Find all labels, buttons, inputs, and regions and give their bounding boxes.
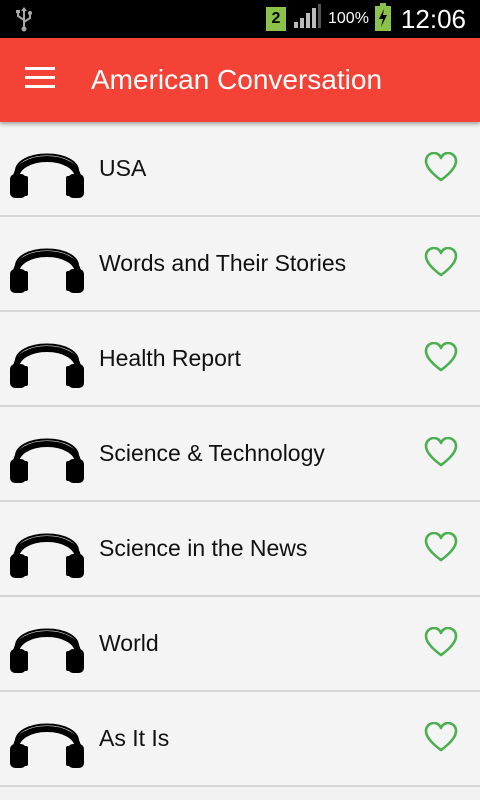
usb-icon <box>14 6 34 36</box>
app-title: American Conversation <box>91 64 383 95</box>
favorite-button[interactable] <box>420 625 462 663</box>
list-item-label: USA <box>99 155 147 181</box>
list-item[interactable]: Science in the News <box>0 502 480 597</box>
list-item-label: Science in the News <box>99 535 308 561</box>
list-item-label: Health Report <box>99 345 241 371</box>
heart-outline-icon <box>424 246 458 281</box>
clock: 12:06 <box>400 3 466 34</box>
favorite-button[interactable] <box>420 150 462 188</box>
list-item[interactable]: USA <box>0 122 480 217</box>
category-list: USA Words and Their Stories Health Report S… <box>0 122 480 787</box>
list-item-label: Words and Their Stories <box>99 250 347 276</box>
headphones-icon <box>8 613 86 675</box>
favorite-button[interactable] <box>420 720 462 758</box>
headphones-icon <box>8 518 86 580</box>
battery-charging-icon <box>374 3 391 35</box>
headphones-icon <box>8 328 86 390</box>
list-item[interactable]: Words and Their Stories <box>0 217 480 312</box>
list-item-label: World <box>99 630 159 656</box>
signal-icon <box>292 4 322 34</box>
heart-outline-icon <box>424 721 458 756</box>
app-bar: American Conversation <box>0 38 480 122</box>
heart-outline-icon <box>424 341 458 376</box>
list-item[interactable]: World <box>0 597 480 692</box>
menu-button[interactable] <box>18 60 62 100</box>
list-item[interactable]: Science & Technology <box>0 407 480 502</box>
heart-outline-icon <box>424 626 458 661</box>
headphones-icon <box>8 423 86 485</box>
heart-outline-icon <box>424 436 458 471</box>
favorite-button[interactable] <box>420 245 462 283</box>
list-item-label: As It Is <box>99 725 170 751</box>
list-item[interactable]: Health Report <box>0 312 480 407</box>
hamburger-menu-icon <box>25 67 55 93</box>
heart-outline-icon <box>424 151 458 186</box>
battery-percentage: 100% <box>328 10 369 27</box>
favorite-button[interactable] <box>420 435 462 473</box>
status-bar: 2 100% 12:06 <box>0 0 480 38</box>
favorite-button[interactable] <box>420 530 462 568</box>
sim-slot-badge: 2 <box>266 7 286 31</box>
headphones-icon <box>8 138 86 200</box>
list-item-label: Science & Technology <box>99 440 325 466</box>
headphones-icon <box>8 233 86 295</box>
list-item[interactable]: As It Is <box>0 692 480 787</box>
favorite-button[interactable] <box>420 340 462 378</box>
headphones-icon <box>8 708 86 770</box>
heart-outline-icon <box>424 531 458 566</box>
